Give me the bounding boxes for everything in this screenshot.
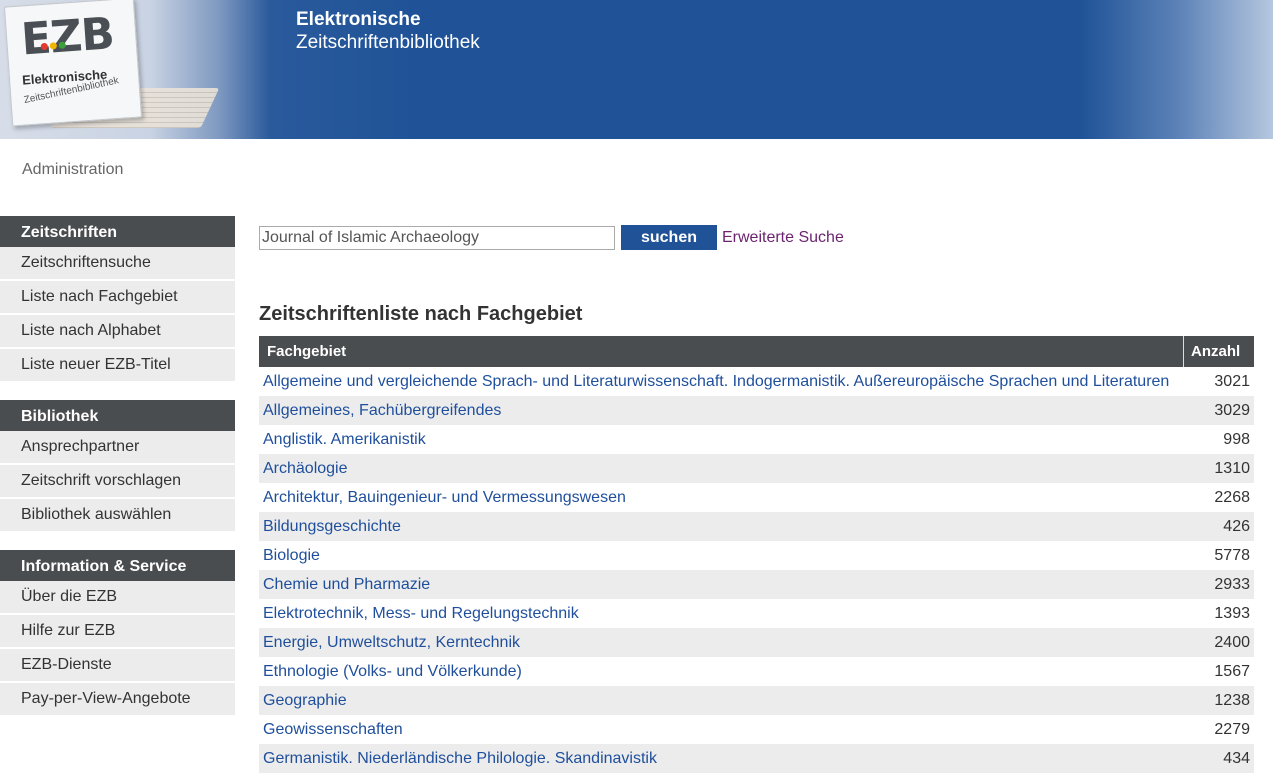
logo-card: EZB Elektronische Zeitschriftenbibliothe… <box>3 0 143 127</box>
sidebar-item-neue-titel[interactable]: Liste neuer EZB-Titel <box>0 349 235 383</box>
sidebar-item-ansprechpartner[interactable]: Ansprechpartner <box>0 431 235 465</box>
subject-link[interactable]: Allgemeines, Fachübergreifendes <box>259 396 1184 425</box>
sidebar-item-dienste[interactable]: EZB-Dienste <box>0 649 235 683</box>
site-title-line2: Zeitschriftenbibliothek <box>296 32 480 53</box>
sidebar-heading: Bibliothek <box>0 400 235 431</box>
sidebar-item-ueber-ezb[interactable]: Über die EZB <box>0 581 235 615</box>
journal-count: 1393 <box>1214 604 1250 622</box>
subject-link[interactable]: Germanistik. Niederländische Philologie.… <box>259 744 1184 773</box>
sidebar-group-zeitschriften: Zeitschriften Zeitschriftensuche Liste n… <box>0 216 235 383</box>
subject-link[interactable]: Architektur, Bauingenieur- und Vermessun… <box>259 483 1184 512</box>
subject-link[interactable]: Ethnologie (Volks- und Völkerkunde) <box>259 657 1184 686</box>
journal-count: 1567 <box>1214 662 1250 680</box>
journal-count: 434 <box>1183 744 1254 773</box>
table-row: Geowissenschaften 2279 <box>259 715 1254 744</box>
sidebar-item-liste-alphabet[interactable]: Liste nach Alphabet <box>0 315 235 349</box>
site-title-line1: Elektronische <box>296 9 421 30</box>
table-header-row: Fachgebiet Anzahl <box>259 336 1254 367</box>
table-row: Geographie 1238 <box>259 686 1254 715</box>
table-row: Biologie 5778 <box>259 541 1254 570</box>
traffic-light-icon <box>40 35 68 55</box>
site-header: EZB Elektronische Zeitschriftenbibliothe… <box>0 0 1273 139</box>
table-row: Anglistik. Amerikanistik 998 <box>259 425 1254 454</box>
table-row: Germanistik. Niederländische Philologie.… <box>259 744 1254 773</box>
journal-count: 2933 <box>1183 570 1254 599</box>
subject-link[interactable]: Geographie <box>259 686 1184 715</box>
table-row: Chemie und Pharmazie 2933 <box>259 570 1254 599</box>
sidebar-group-bibliothek: Bibliothek Ansprechpartner Zeitschrift v… <box>0 400 235 533</box>
subject-link[interactable]: Chemie und Pharmazie <box>259 570 1184 599</box>
journal-count: 426 <box>1183 512 1254 541</box>
column-header-anzahl: Anzahl <box>1183 336 1254 367</box>
administration-link[interactable]: Administration <box>22 161 123 179</box>
table-row: Energie, Umweltschutz, Kerntechnik 2400 <box>259 628 1254 657</box>
search-input[interactable] <box>259 226 615 250</box>
sidebar-group-information: Information & Service Über die EZB Hilfe… <box>0 550 235 717</box>
sidebar: Zeitschriften Zeitschriftensuche Liste n… <box>0 216 235 734</box>
table-row: Allgemeine und vergleichende Sprach- und… <box>259 367 1254 396</box>
sidebar-item-hilfe[interactable]: Hilfe zur EZB <box>0 615 235 649</box>
subject-link[interactable]: Allgemeine und vergleichende Sprach- und… <box>259 367 1184 396</box>
sidebar-item-zeitschrift-vorschlagen[interactable]: Zeitschrift vorschlagen <box>0 465 235 499</box>
journal-count: 2279 <box>1214 720 1250 738</box>
search-button[interactable]: suchen <box>621 225 717 250</box>
page-title: Zeitschriftenliste nach Fachgebiet <box>259 303 583 325</box>
table-row: Architektur, Bauingenieur- und Vermessun… <box>259 483 1254 512</box>
subject-link[interactable]: Biologie <box>259 541 1184 570</box>
journal-count: 5778 <box>1214 546 1250 564</box>
sidebar-item-bibliothek-auswaehlen[interactable]: Bibliothek auswählen <box>0 499 235 533</box>
sidebar-item-pay-per-view[interactable]: Pay-per-View-Angebote <box>0 683 235 717</box>
logo-mark: EZB <box>19 8 116 66</box>
sidebar-item-liste-fachgebiet[interactable]: Liste nach Fachgebiet <box>0 281 235 315</box>
journal-count: 1238 <box>1183 686 1254 715</box>
subject-link[interactable]: Geowissenschaften <box>259 715 1184 744</box>
table-row: Elektrotechnik, Mess- und Regelungstechn… <box>259 599 1254 628</box>
journal-count: 1310 <box>1183 454 1254 483</box>
table-row: Bildungsgeschichte 426 <box>259 512 1254 541</box>
advanced-search-link[interactable]: Erweiterte Suche <box>722 229 844 247</box>
journal-count: 3029 <box>1183 396 1254 425</box>
journal-count: 2268 <box>1214 488 1250 506</box>
subject-link[interactable]: Anglistik. Amerikanistik <box>259 425 1184 454</box>
column-header-fachgebiet: Fachgebiet <box>259 336 1184 367</box>
subject-link[interactable]: Energie, Umweltschutz, Kerntechnik <box>259 628 1184 657</box>
subject-table: Fachgebiet Anzahl Allgemeine und verglei… <box>259 336 1254 773</box>
subject-link[interactable]: Archäologie <box>259 454 1184 483</box>
subject-link[interactable]: Elektrotechnik, Mess- und Regelungstechn… <box>259 599 1184 628</box>
sidebar-item-zeitschriftensuche[interactable]: Zeitschriftensuche <box>0 247 235 281</box>
table-row: Ethnologie (Volks- und Völkerkunde) 1567 <box>259 657 1254 686</box>
table-row: Allgemeines, Fachübergreifendes 3029 <box>259 396 1254 425</box>
sidebar-heading: Zeitschriften <box>0 216 235 247</box>
ezb-logo[interactable]: EZB Elektronische Zeitschriftenbibliothe… <box>0 0 270 139</box>
subject-link[interactable]: Bildungsgeschichte <box>259 512 1184 541</box>
sidebar-heading: Information & Service <box>0 550 235 581</box>
journal-count: 2400 <box>1183 628 1254 657</box>
table-row: Archäologie 1310 <box>259 454 1254 483</box>
journal-count: 998 <box>1223 430 1250 448</box>
journal-count: 3021 <box>1214 372 1250 390</box>
